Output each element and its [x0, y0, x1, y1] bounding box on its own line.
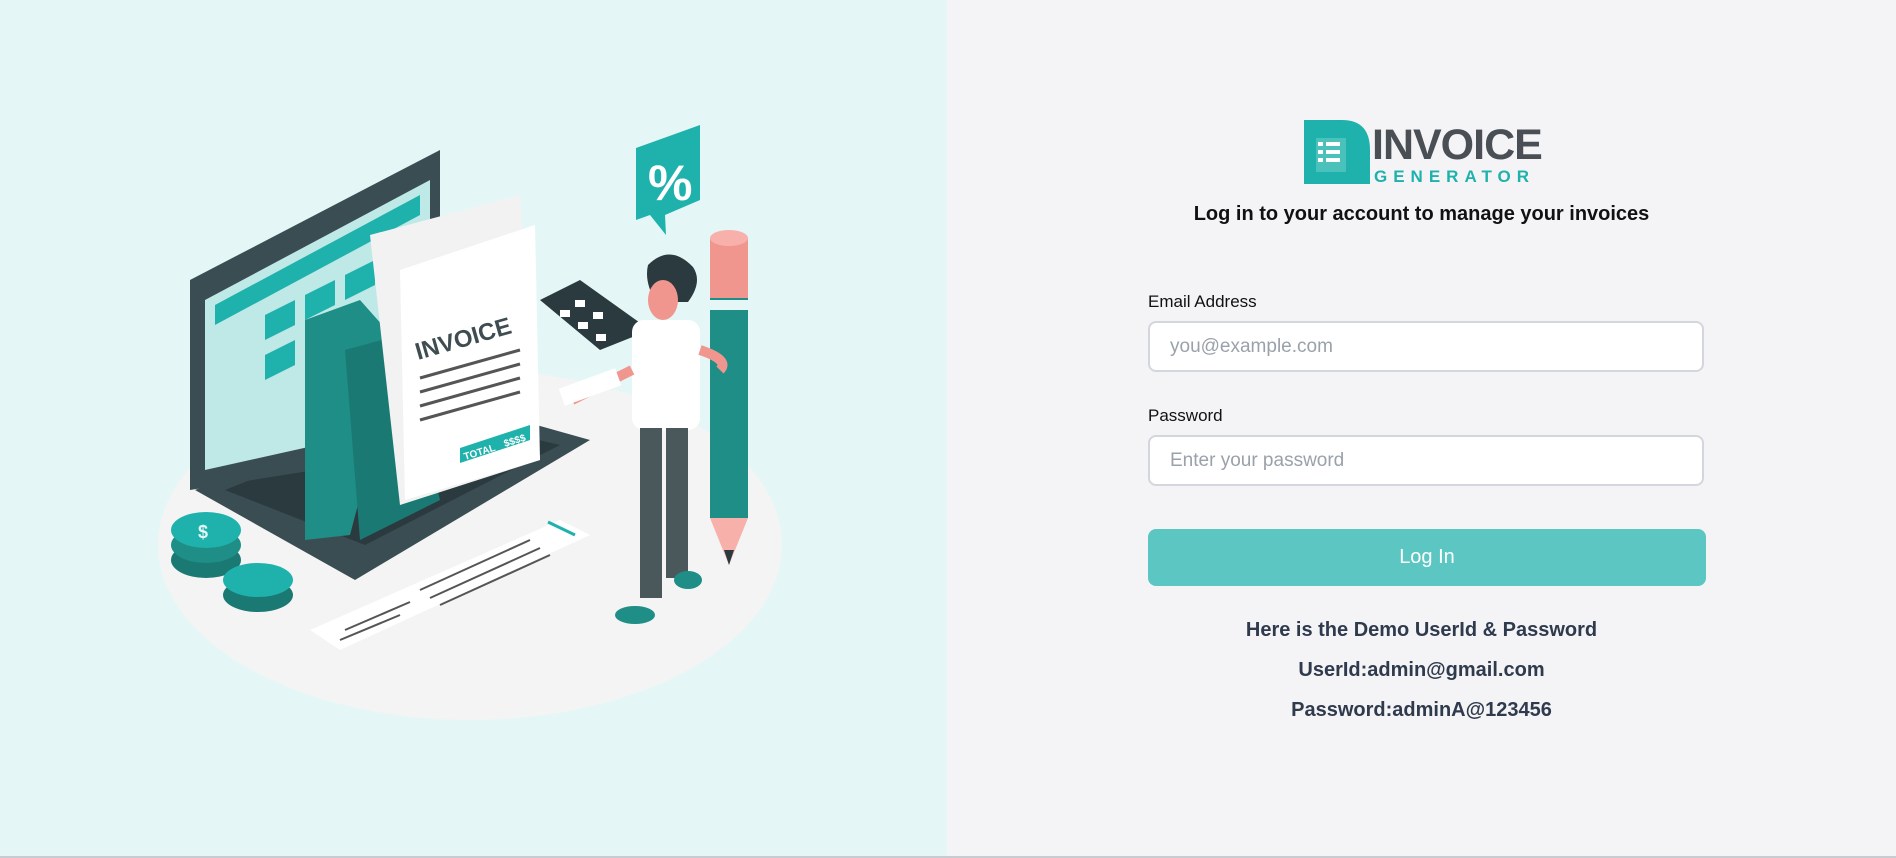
password-field[interactable] [1148, 435, 1704, 486]
percent-symbol: % [648, 155, 692, 211]
demo-userid: UserId:admin@gmail.com [1298, 659, 1545, 681]
invoice-illustration: INVOICE TOTAL $$$$ $ % [158, 125, 782, 720]
login-subtitle: Log in to your account to manage your in… [1193, 203, 1650, 225]
logo-word: INVOICE [1372, 121, 1543, 169]
percent-badge: % [636, 125, 700, 235]
demo-heading: Here is the Demo UserId & Password [1245, 619, 1598, 641]
login-button[interactable]: Log In [1148, 529, 1706, 586]
invoice-document: INVOICE TOTAL $$$$ [370, 195, 540, 505]
pencil [710, 230, 748, 565]
login-panel: INVOICE GENERATOR Log in to your account… [947, 0, 1896, 858]
illustration-panel: INVOICE TOTAL $$$$ $ % [0, 0, 947, 858]
demo-password: Password:adminA@123456 [1291, 699, 1552, 721]
password-label: Password [1148, 406, 1223, 425]
invoice-generator-logo: INVOICE GENERATOR [1302, 118, 1554, 188]
document-logo-icon [1304, 120, 1370, 184]
logo-subword: GENERATOR [1374, 167, 1536, 186]
coin-symbol: $ [198, 522, 208, 542]
email-field[interactable] [1148, 321, 1704, 372]
email-label: Email Address [1148, 292, 1257, 311]
